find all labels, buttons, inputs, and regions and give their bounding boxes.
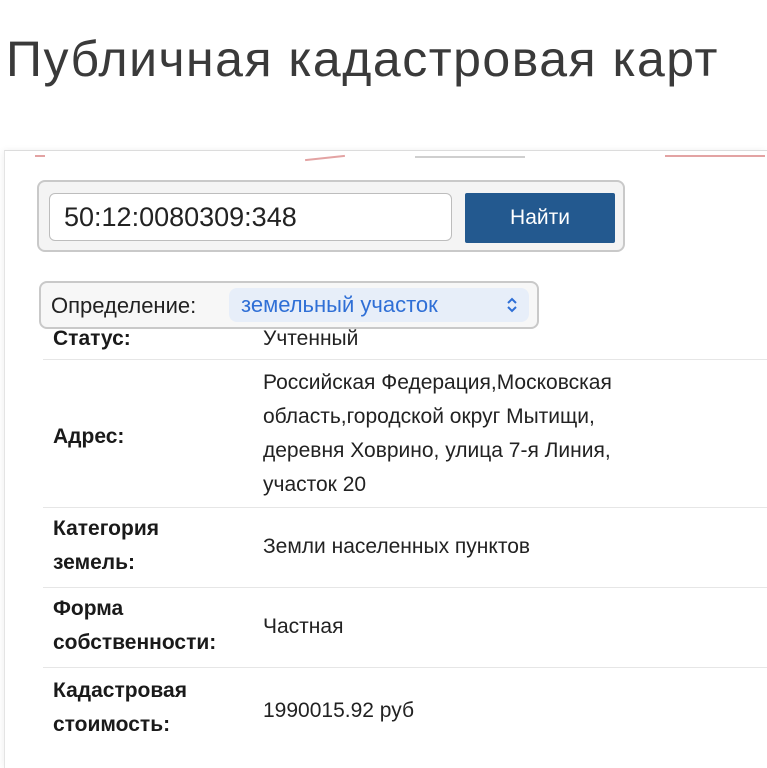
- cadastral-info-panel: Найти Определение: земельный участок Ста…: [4, 150, 767, 768]
- page-title: Публичная кадастровая карт: [6, 31, 719, 87]
- address-row: Адрес: Российская Федерация,Московская о…: [43, 359, 767, 507]
- status-value: Учтенный: [263, 327, 359, 350]
- land-category-label-line: земель:: [53, 551, 136, 574]
- cadastral-value-label: Кадастровая стоимость:: [53, 674, 187, 742]
- address-label: Адрес:: [53, 425, 125, 448]
- status-row: Статус: Учтенный: [43, 319, 767, 359]
- search-button[interactable]: Найти: [465, 193, 615, 243]
- land-category-row: Категория земель: Земли населенных пункт…: [43, 507, 767, 587]
- cadastral-value-row: Кадастровая стоимость: 1990015.92 руб: [43, 667, 767, 757]
- ownership-row: Форма собственности: Частная: [43, 587, 767, 667]
- updown-chevron-icon: [507, 297, 517, 313]
- cadastral-value-label-line: стоимость:: [53, 713, 171, 736]
- address-line: Российская Федерация,Московская: [263, 371, 612, 394]
- status-label: Статус:: [53, 327, 131, 350]
- land-category-label-line: Категория: [53, 517, 160, 540]
- cadastral-value-label-line: Кадастровая: [53, 679, 187, 702]
- definition-label: Определение:: [51, 293, 197, 318]
- definition-select[interactable]: земельный участок: [229, 288, 529, 322]
- address-value: Российская Федерация,Московская область,…: [263, 366, 612, 502]
- address-line: деревня Ховрино, улица 7-я Линия,: [263, 439, 611, 462]
- cadastral-value-amount: 1990015.92 руб: [263, 699, 414, 722]
- land-category-value: Земли населенных пунктов: [263, 535, 531, 558]
- ownership-label: Форма собственности:: [53, 592, 216, 660]
- ownership-value: Частная: [263, 615, 344, 638]
- cadastral-number-input[interactable]: [49, 193, 452, 241]
- land-category-label: Категория земель:: [53, 512, 159, 580]
- ownership-label-line: Форма: [53, 597, 124, 620]
- address-line: участок 20: [263, 473, 367, 496]
- search-box: Найти: [37, 180, 625, 252]
- address-line: область,городской округ Мытищи,: [263, 405, 595, 428]
- map-background-strip: [5, 151, 767, 167]
- ownership-label-line: собственности:: [53, 631, 217, 654]
- definition-selected-value: земельный участок: [241, 292, 438, 317]
